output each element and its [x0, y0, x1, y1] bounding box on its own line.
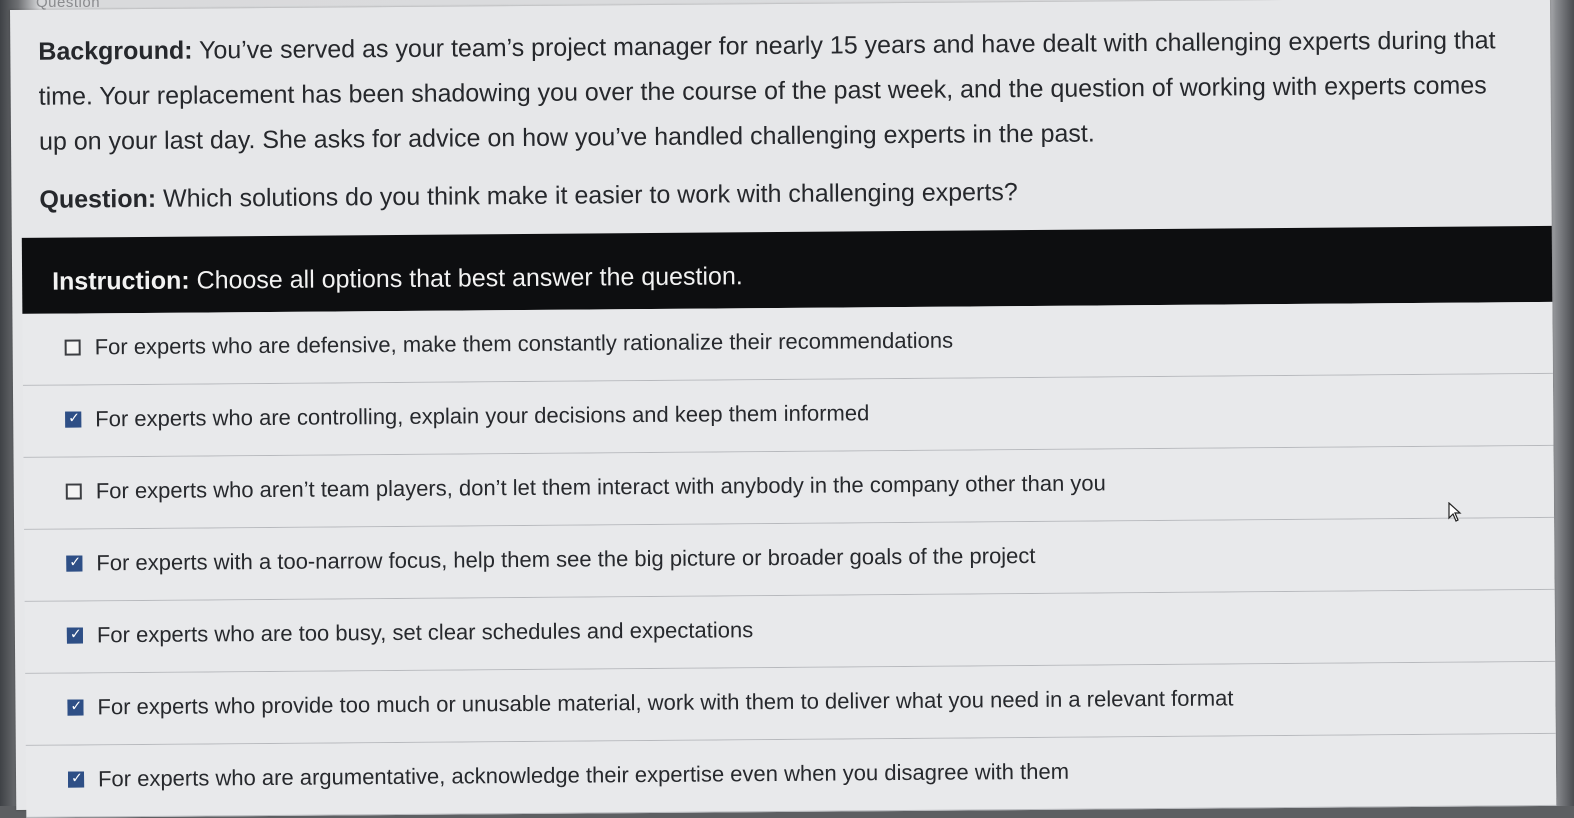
- option-label[interactable]: For experts who provide too much or unus…: [97, 685, 1233, 720]
- option-label[interactable]: For experts who are defensive, make them…: [95, 328, 954, 361]
- option-label[interactable]: For experts who are too busy, set clear …: [97, 617, 753, 648]
- background-text: You’ve served as your team’s project man…: [38, 26, 1496, 156]
- options-list: For experts who are defensive, make them…: [22, 301, 1557, 818]
- option-checkbox[interactable]: [67, 771, 85, 788]
- option-checkbox[interactable]: [66, 555, 83, 572]
- instruction-text: Choose all options that best answer the …: [189, 262, 743, 295]
- option-checkbox[interactable]: [65, 483, 82, 500]
- question-card: Background: You’ve served as your team’s…: [10, 0, 1557, 818]
- instruction: Instruction: Choose all options that bes…: [52, 262, 743, 296]
- option-row[interactable]: For experts who are argumentative, ackno…: [25, 733, 1557, 818]
- option-row[interactable]: For experts who provide too much or unus…: [25, 661, 1556, 746]
- option-label[interactable]: For experts who aren’t team players, don…: [96, 470, 1106, 504]
- option-row[interactable]: For experts who are controlling, explain…: [22, 373, 1554, 458]
- instruction-bar: Instruction: Choose all options that bes…: [21, 225, 1553, 314]
- option-label[interactable]: For experts with a too-narrow focus, hel…: [96, 543, 1035, 576]
- option-checkbox[interactable]: [64, 339, 81, 356]
- background-label: Background:: [38, 36, 193, 66]
- option-row[interactable]: For experts who aren’t team players, don…: [23, 445, 1555, 530]
- option-checkbox[interactable]: [67, 699, 84, 716]
- question-text: Which solutions do you think make it eas…: [156, 178, 1018, 213]
- option-row[interactable]: For experts with a too-narrow focus, hel…: [24, 517, 1555, 602]
- instruction-label: Instruction:: [52, 266, 190, 296]
- option-row[interactable]: For experts who are too busy, set clear …: [24, 589, 1556, 674]
- option-label[interactable]: For experts who are argumentative, ackno…: [98, 759, 1069, 793]
- option-row[interactable]: For experts who are defensive, make them…: [22, 301, 1553, 386]
- background-paragraph: Background: You’ve served as your team’s…: [38, 18, 1519, 165]
- mouse-pointer-icon: [1448, 502, 1462, 522]
- photo-frame: Question Background: You’ve served as yo…: [0, 0, 1574, 818]
- question-paragraph: Question: Which solutions do you think m…: [39, 174, 1519, 215]
- option-label[interactable]: For experts who are controlling, explain…: [95, 400, 869, 432]
- question-label: Question:: [39, 184, 157, 214]
- option-checkbox[interactable]: [66, 627, 83, 644]
- option-checkbox[interactable]: [65, 411, 82, 428]
